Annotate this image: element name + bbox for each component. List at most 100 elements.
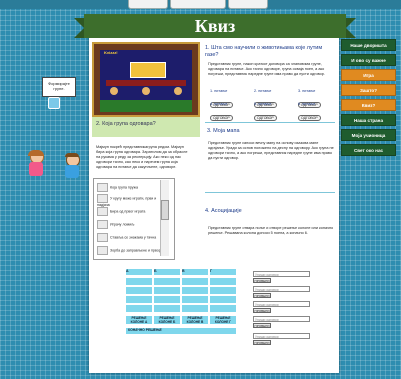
game-screen: Kvizzz! [100, 50, 192, 100]
check-button[interactable]: ПРОВЕРИ [253, 308, 271, 313]
grid-cell[interactable] [181, 286, 209, 295]
answer-input[interactable]: Упиши одговор [253, 301, 310, 307]
answer-button[interactable]: ОДГОВОР [210, 115, 233, 121]
menu-item-also-important[interactable]: И ово су важне [341, 54, 396, 66]
question-4-title: 4. Асоцијације [205, 208, 242, 214]
grid-cell[interactable] [125, 295, 153, 304]
solve-column-button[interactable]: РЕШЕЊЕ КОЛОНЕ А [125, 315, 153, 325]
menu-item-quiz[interactable]: Квиз? [341, 99, 396, 111]
grid-cell[interactable] [181, 304, 209, 313]
grid-cell[interactable] [153, 277, 181, 286]
check-button[interactable]: ПРОВЕРИ [253, 293, 271, 298]
row-label: 4 [117, 305, 120, 309]
game-board [130, 62, 166, 78]
toolbar-button-back[interactable] [128, 0, 168, 9]
option-label: 6. питање [298, 102, 316, 106]
grid-cell[interactable] [125, 286, 153, 295]
menu-item-our-page[interactable]: Наша страна [341, 114, 396, 126]
answer-row-label: РЕШЕЊЕ КОЛОНЕ Г [273, 323, 310, 327]
banner-tail-left [74, 18, 84, 38]
question-1-title: 1. Шта смо научили о животињама које лут… [205, 45, 323, 58]
list-item[interactable]: У кругу може играти, први и надјача [97, 194, 169, 207]
menu-item-why[interactable]: Зашто? [341, 84, 396, 96]
menu-item-our-yards[interactable]: Наше дворишта [341, 39, 396, 51]
answer-input[interactable]: Упиши одговор [253, 333, 310, 339]
check-button[interactable]: ПРОВЕРИ [253, 340, 271, 345]
group-answer-header [92, 117, 200, 137]
speech-bubble: Формирајте групе. [42, 77, 76, 97]
menu-item-world-around-us[interactable]: Свет око нас [341, 144, 396, 156]
game-floor [100, 100, 192, 112]
banner-tail-right [346, 18, 356, 38]
section-divider [205, 122, 335, 123]
game-logo: Kvizzz! [104, 50, 118, 55]
list-item[interactable]: Зорба до заправљене и прворедна [97, 246, 169, 255]
player-avatar [110, 87, 118, 95]
grid-cell[interactable] [153, 304, 181, 313]
question-4-text: Представник групе отвара поље и отворе р… [208, 226, 334, 235]
answer-input[interactable]: Упиши одговор [253, 271, 310, 277]
grid-cell[interactable] [125, 304, 153, 313]
row-label: 2 [117, 287, 120, 291]
answer-button[interactable]: ОДГОВОР [254, 115, 277, 121]
list-item[interactable]: Бира од првог играта [97, 207, 169, 216]
question-1-text: Представник групе, након краткот договор… [208, 62, 325, 76]
final-solution-button[interactable]: КОНАЧНО РЕШЕЊЕ [125, 327, 237, 335]
check-button[interactable]: ПРОВЕРИ [253, 278, 271, 283]
menu-item-my-classroom[interactable]: Моја учионица [341, 129, 396, 141]
info-icon[interactable] [48, 97, 60, 109]
column-header[interactable]: Б [153, 268, 181, 276]
group-answer-heading: 2. Која група одговара? [96, 121, 156, 127]
option-label: 4. питање [210, 102, 228, 106]
solve-column-button[interactable]: РЕШЕЊЕ КОЛОНЕ Г [209, 315, 237, 325]
answer-input[interactable]: Упиши одговор [253, 286, 310, 292]
list-item[interactable]: Која група пружа [97, 183, 169, 192]
player-avatar [142, 87, 150, 95]
option-label: 1. питање [210, 89, 228, 93]
toolbar-button-next[interactable] [228, 0, 268, 9]
solve-column-button[interactable]: РЕШЕЊЕ КОЛОНЕ В [181, 315, 209, 325]
column-header[interactable]: A [125, 268, 153, 276]
answer-row-label: РЕШЕЊЕ КОЛОНЕ Б [273, 293, 310, 297]
grid-cell[interactable] [153, 295, 181, 304]
grid-cell[interactable] [209, 286, 237, 295]
group-answer-text: Мајмун покрећ представникагрупа редом. М… [96, 145, 188, 169]
answer-row-label: РЕШЕЊЕ КОЛОНЕ А [273, 278, 310, 282]
column-header[interactable]: В [181, 268, 209, 276]
answer-row-label: РЕШЕЊЕ КОЛОНЕ В [273, 308, 310, 312]
list-item[interactable]: Играчу ломиљ [97, 220, 169, 229]
row-label: 3 [117, 296, 120, 300]
grid-cell[interactable] [209, 295, 237, 304]
question-option: 6. питање ОДГОВОР [298, 102, 321, 124]
grid-cell[interactable] [209, 304, 237, 313]
option-label: 5. питање [254, 102, 272, 106]
section-divider [205, 192, 335, 193]
grid-cell[interactable] [153, 286, 181, 295]
column-header[interactable]: Г [209, 268, 237, 276]
solve-column-button[interactable]: РЕШЕЊЕ КОЛОНЕ Б [153, 315, 181, 325]
grid-cell[interactable] [125, 277, 153, 286]
check-button[interactable]: ПРОВЕРИ [253, 323, 271, 328]
child-girl-illustration [26, 150, 46, 180]
toolbar-button-home[interactable] [170, 0, 226, 9]
row-label: 1 [117, 278, 120, 282]
game-desk [106, 80, 186, 86]
grid-cell[interactable] [181, 277, 209, 286]
list-item[interactable]: Ставља се знакама у тачна [97, 233, 169, 242]
question-3-title: 3. Моја мапа [207, 128, 240, 134]
grid-cell[interactable] [209, 277, 237, 286]
page-title: Квиз [194, 16, 236, 36]
question-3-text: Представник групе износи вечну мапу на о… [208, 141, 334, 160]
question-option: 4. питање ОДГОВОР [210, 102, 233, 124]
list-scrollbar-thumb[interactable] [161, 200, 169, 220]
quiz-game-thumbnail[interactable]: Kvizzz! [92, 42, 200, 117]
answer-button[interactable]: ОДГОВОР [298, 115, 321, 121]
grid-cell[interactable] [181, 295, 209, 304]
child-boy-illustration [62, 153, 82, 181]
question-option: 5. питање ОДГОВОР [254, 102, 277, 124]
player-avatar [174, 87, 182, 95]
answer-input[interactable]: Упиши одговор [253, 316, 310, 322]
menu-item-game[interactable]: Игра [341, 69, 396, 81]
option-label: 2. питање [254, 89, 272, 93]
option-label: 3. питање [298, 89, 316, 93]
